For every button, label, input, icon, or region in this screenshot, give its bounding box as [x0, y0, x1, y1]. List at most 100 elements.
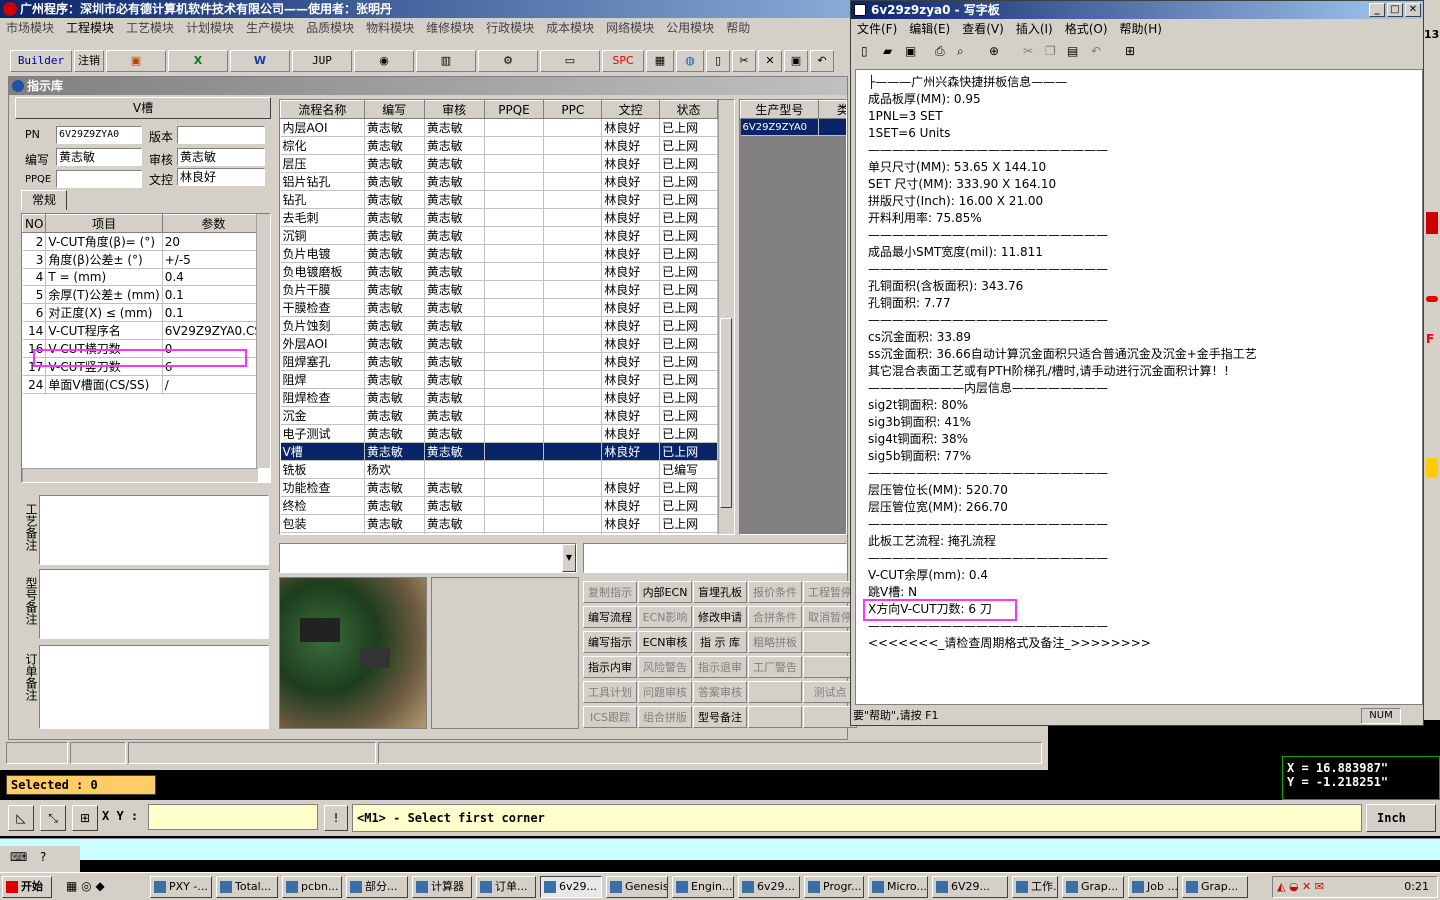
flow-vscroll[interactable] [718, 100, 734, 534]
action-button[interactable]: 盲埋孔板 [693, 581, 747, 603]
taskbar-item[interactable]: 订单... [476, 876, 536, 898]
action-button[interactable]: 工具计划 [583, 681, 637, 703]
minimize-button[interactable]: _ [1369, 3, 1385, 17]
wordpad-menu-item[interactable]: 格式(O) [1059, 19, 1114, 39]
builder-button[interactable]: Builder [10, 50, 72, 72]
flow-header[interactable]: 流程名称 [280, 100, 365, 119]
flow-row[interactable]: 成品仓黄志敏黄志敏林良好已上网 [280, 532, 718, 534]
order-note-field[interactable] [39, 645, 269, 729]
taskbar-item[interactable]: Progr... [804, 876, 864, 898]
action-button[interactable]: 问题审核 [638, 681, 692, 703]
params-row[interactable]: 5 余厚(T)公差± (mm) 0.1 [22, 285, 265, 304]
flow-row[interactable]: 铝片钻孔 黄志敏 黄志敏 林良好 已上网 [280, 172, 718, 191]
process-note-field[interactable] [39, 495, 269, 565]
wordpad-menu-item[interactable]: 文件(F) [851, 19, 903, 39]
params-vscroll[interactable] [256, 214, 270, 468]
params-row[interactable]: 2 V-CUT角度(β)= (°) 20 [22, 232, 265, 251]
keyboard-icon[interactable]: ⌨ [10, 850, 27, 864]
flow-row[interactable]: V槽 黄志敏 黄志敏 林良好 已上网 [280, 442, 718, 461]
insert-object-icon[interactable]: ⊞ [1125, 44, 1135, 58]
model-combo[interactable] [583, 543, 847, 573]
flow-row[interactable]: 铣板 杨欢 已编写 [280, 460, 718, 479]
menu-item[interactable]: 物料模块 [360, 18, 420, 38]
action-button[interactable]: ECN审核 [638, 631, 692, 653]
flow-row[interactable]: 阻焊检查 黄志敏 黄志敏 林良好 已上网 [280, 388, 718, 407]
wordpad-menu-item[interactable]: 帮助(H) [1114, 19, 1168, 39]
app-icon[interactable]: ◆ [95, 879, 104, 893]
xy-input[interactable] [148, 804, 318, 830]
flow-row[interactable]: 终检 黄志敏 黄志敏 林良好 已上网 [280, 496, 718, 515]
model-header[interactable]: 生产型号 [740, 100, 819, 119]
params-row[interactable]: 3 角度(β)公差± (°) +/-5 [22, 250, 265, 269]
save-icon[interactable]: ▣ [905, 44, 916, 58]
taskbar-item[interactable]: Grap... [1062, 876, 1124, 898]
flow-header[interactable]: PPC [543, 100, 603, 119]
params-row[interactable]: 24 单面V槽面(CS/SS) / [22, 375, 265, 394]
flow-row[interactable]: 内层AOI 黄志敏 黄志敏 林良好 已上网 [280, 118, 718, 137]
taskbar-item[interactable]: 6v29... [540, 876, 602, 898]
office-icon[interactable]: ▣ [106, 50, 166, 72]
params-header[interactable]: 项目 [45, 214, 163, 233]
flow-header[interactable]: 文控 [601, 100, 661, 119]
params-hscroll[interactable] [22, 468, 258, 482]
red-f-icon[interactable]: F [1426, 332, 1434, 346]
action-button[interactable]: 复制指示 [583, 581, 637, 603]
action-button[interactable]: 合拼条件 [748, 606, 802, 628]
cut-icon[interactable]: ✂ [1023, 44, 1033, 58]
print-icon[interactable]: ⎙ [935, 44, 945, 59]
red-tool-icon[interactable] [1426, 296, 1438, 302]
action-button[interactable] [803, 631, 857, 653]
action-button[interactable]: 报价条件 [748, 581, 802, 603]
flow-row[interactable]: 棕化 黄志敏 黄志敏 林良好 已上网 [280, 136, 718, 155]
open-icon[interactable]: ▰ [883, 44, 892, 58]
menu-item[interactable]: 维修模块 [420, 18, 480, 38]
flow-row[interactable]: 层压 黄志敏 黄志敏 林良好 已上网 [280, 154, 718, 173]
action-button[interactable]: 风险警告 [638, 656, 692, 678]
action-button[interactable]: 修改申请 [693, 606, 747, 628]
action-button[interactable] [748, 706, 802, 728]
taskbar-item[interactable]: Engin... [672, 876, 734, 898]
taskbar-item[interactable]: pcbn... [282, 876, 342, 898]
flow-scroll-thumb[interactable] [720, 318, 732, 508]
chart-icon[interactable]: ▦ [646, 50, 674, 72]
delete-icon[interactable]: ✕ [758, 50, 782, 72]
zoom-fit-icon[interactable]: ⤡ [40, 805, 66, 831]
menu-item[interactable]: 帮助 [720, 18, 756, 38]
find-icon[interactable]: ⊕ [989, 44, 999, 58]
logout-button[interactable]: 注销 [74, 50, 104, 72]
menu-item[interactable]: 成本模块 [540, 18, 600, 38]
ppqe-field[interactable] [56, 170, 142, 188]
action-button[interactable]: 取消暂停 [803, 606, 857, 628]
taskbar-item[interactable]: 工作... [1012, 876, 1058, 898]
flow-row[interactable]: 负片蚀刻 黄志敏 黄志敏 林良好 已上网 [280, 316, 718, 335]
new-doc-icon[interactable]: ▯ [706, 50, 730, 72]
cabinet-icon[interactable]: ▥ [416, 50, 476, 72]
wordpad-menu-item[interactable]: 查看(V) [956, 19, 1010, 39]
flow-row[interactable]: 包装 黄志敏 黄志敏 林良好 已上网 [280, 514, 718, 533]
action-button[interactable]: 编写指示 [583, 631, 637, 653]
flow-row[interactable]: 外层AOI 黄志敏 黄志敏 林良好 已上网 [280, 334, 718, 353]
flow-row[interactable]: 干膜检查 黄志敏 黄志敏 林良好 已上网 [280, 298, 718, 317]
flow-row[interactable]: 负片电镀 黄志敏 黄志敏 林良好 已上网 [280, 244, 718, 263]
action-button[interactable]: ICS跟踪 [583, 706, 637, 728]
wordpad-menu-item[interactable]: 编辑(E) [903, 19, 956, 39]
menu-item[interactable]: 公用模块 [660, 18, 720, 38]
new-icon[interactable]: ▯ [861, 44, 868, 58]
action-button[interactable]: 指示内审 [583, 656, 637, 678]
start-button[interactable]: 开始 [2, 876, 52, 898]
scanner-icon[interactable]: ▭ [540, 50, 600, 72]
action-button[interactable]: 组合拼版 [638, 706, 692, 728]
menu-item[interactable]: 生产模块 [240, 18, 300, 38]
action-button[interactable] [748, 681, 802, 703]
maximize-button[interactable]: □ [1387, 3, 1403, 17]
flow-header[interactable]: PPQE [483, 100, 545, 119]
flow-combo[interactable]: ▼ [279, 543, 577, 573]
copy-icon[interactable]: ❐ [1045, 44, 1056, 58]
flow-row[interactable]: 负片干膜 黄志敏 黄志敏 林良好 已上网 [280, 280, 718, 299]
jup-button[interactable]: JUP [292, 50, 352, 72]
action-button[interactable]: 工程暂停 [803, 581, 857, 603]
author-field[interactable]: 黄志敏 [56, 148, 142, 166]
paste-icon[interactable]: ▤ [1067, 44, 1078, 58]
params-row[interactable]: 14 V-CUT程序名 6V29Z9ZYA0.CS [22, 321, 265, 340]
pn-field[interactable]: 6V29Z9ZYA0 [56, 126, 142, 144]
